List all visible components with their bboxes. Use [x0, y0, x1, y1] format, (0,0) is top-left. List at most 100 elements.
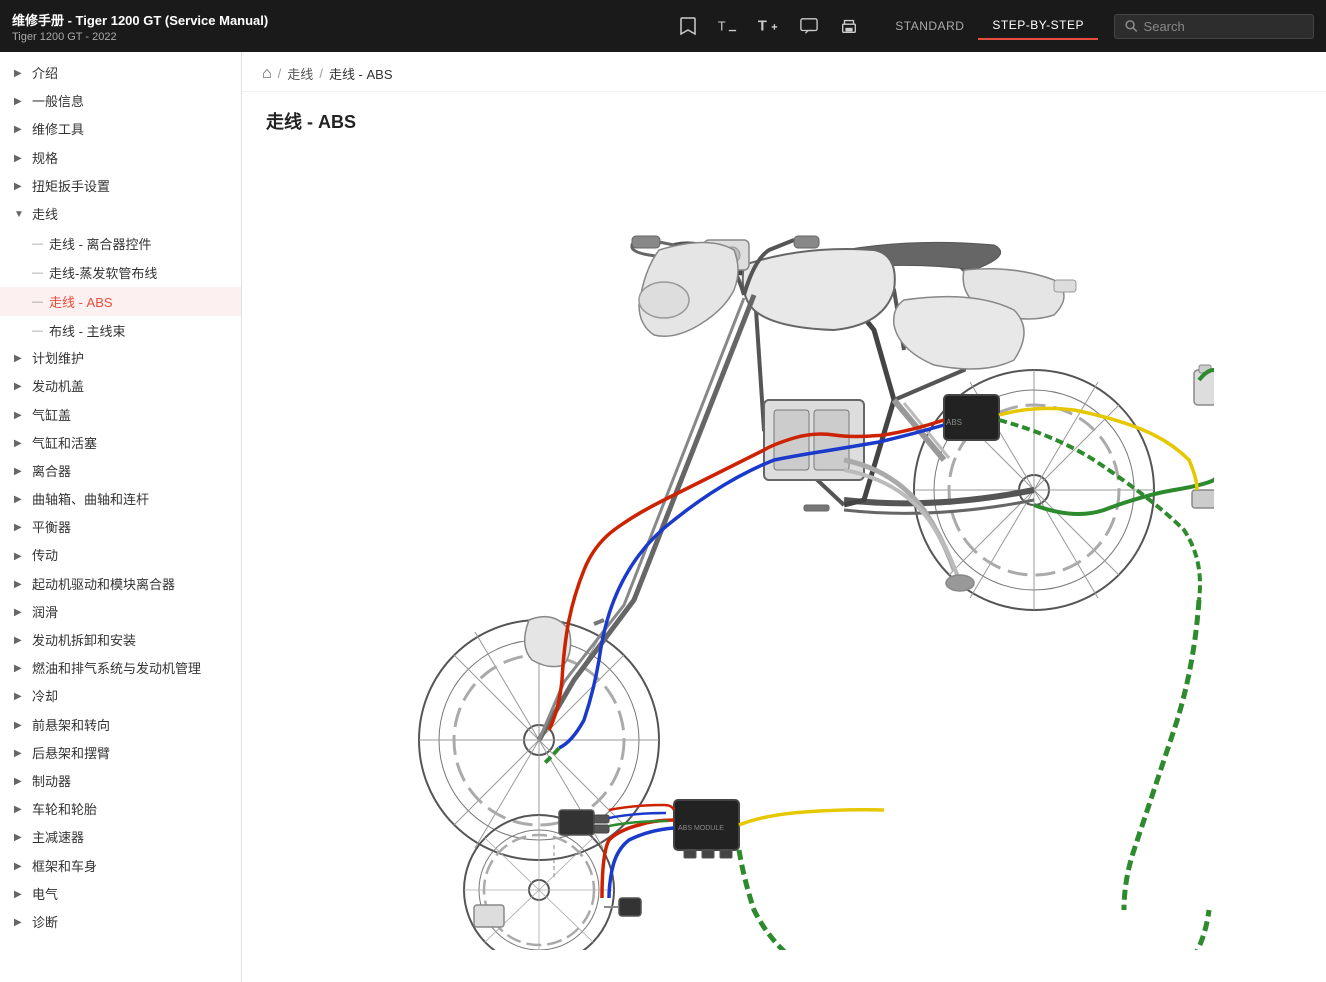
header-titles: 维修手册 - Tiger 1200 GT (Service Manual) Ti… — [12, 10, 673, 43]
sidebar-label: 燃油和排气系统与发动机管理 — [32, 660, 201, 678]
sidebar-item-engine-cover[interactable]: ▶ 发动机盖 — [0, 373, 241, 401]
sidebar-label: 发动机拆卸和安装 — [32, 632, 136, 650]
sidebar-item-frame-body[interactable]: ▶ 框架和车身 — [0, 853, 241, 881]
sidebar-label: 离合器 — [32, 463, 71, 481]
sidebar-label: 曲轴箱、曲轴和连杆 — [32, 491, 149, 509]
sidebar-label: 气缸和活塞 — [32, 435, 97, 453]
sidebar-item-planned-maintenance[interactable]: ▶ 计划维护 — [0, 345, 241, 373]
sidebar-sub-label: 走线 - 离合器控件 — [49, 234, 152, 253]
svg-text:ABS MODULE: ABS MODULE — [678, 825, 724, 832]
search-input[interactable] — [1144, 19, 1303, 34]
sidebar-label: 气缸盖 — [32, 407, 71, 425]
sidebar-label: 主减速器 — [32, 829, 84, 847]
arrow-icon: ▶ — [14, 860, 26, 874]
sidebar-label: 前悬架和转向 — [32, 717, 110, 735]
sidebar-item-cylinder-piston[interactable]: ▶ 气缸和活塞 — [0, 430, 241, 458]
breadcrumb-separator: / — [319, 66, 323, 81]
sidebar-item-crankshaft[interactable]: ▶ 曲轴箱、曲轴和连杆 — [0, 486, 241, 514]
sidebar-item-repair-tools[interactable]: ▶ 维修工具 — [0, 116, 241, 144]
arrow-icon: ▼ — [14, 208, 26, 222]
arrow-icon: ▶ — [14, 493, 26, 507]
svg-text:ABS: ABS — [946, 418, 962, 427]
sidebar-sub-routing-abs[interactable]: — 走线 - ABS — [0, 287, 241, 316]
tab-standard[interactable]: STANDARD — [881, 13, 978, 39]
breadcrumb-routing[interactable]: 走线 — [287, 64, 313, 83]
arrow-icon: ▶ — [14, 67, 26, 81]
sidebar-sub-routing-vapor[interactable]: — 走线-蒸发软管布线 — [0, 258, 241, 287]
sidebar-item-routing[interactable]: ▼ 走线 — [0, 201, 241, 229]
app-title: 维修手册 - Tiger 1200 GT (Service Manual) — [12, 10, 673, 29]
sidebar-item-wheels-tires[interactable]: ▶ 车轮和轮胎 — [0, 796, 241, 824]
sidebar-label: 润滑 — [32, 604, 58, 622]
sidebar-label: 电气 — [32, 886, 58, 904]
sidebar-item-balancer[interactable]: ▶ 平衡器 — [0, 514, 241, 542]
arrow-icon: ▶ — [14, 916, 26, 930]
font-decrease-icon[interactable]: T — [711, 13, 743, 39]
sidebar-label: 框架和车身 — [32, 858, 97, 876]
svg-text:T: T — [758, 19, 767, 35]
sidebar-item-specs[interactable]: ▶ 规格 — [0, 145, 241, 173]
arrow-icon: ▶ — [14, 123, 26, 137]
arrow-icon: ▶ — [14, 747, 26, 761]
sidebar-sub-label: 走线 - ABS — [49, 292, 113, 311]
sidebar-item-starter-clutch[interactable]: ▶ 起动机驱动和模块离合器 — [0, 571, 241, 599]
print-icon[interactable] — [833, 13, 865, 39]
sidebar-item-electrical[interactable]: ▶ 电气 — [0, 881, 241, 909]
sidebar-label: 介绍 — [32, 65, 58, 83]
tab-step-by-step[interactable]: STEP-BY-STEP — [978, 12, 1098, 40]
font-increase-icon[interactable]: T — [751, 13, 785, 39]
sidebar-item-general-info[interactable]: ▶ 一般信息 — [0, 88, 241, 116]
sidebar-sub-routing-clutch[interactable]: — 走线 - 离合器控件 — [0, 229, 241, 258]
arrow-icon: ▶ — [14, 803, 26, 817]
arrow-icon: ▶ — [14, 180, 26, 194]
home-icon[interactable]: ⌂ — [262, 65, 272, 83]
arrow-icon: ▶ — [14, 465, 26, 479]
comment-icon[interactable] — [793, 13, 825, 39]
sidebar-label: 平衡器 — [32, 519, 71, 537]
content-area: 走线 - ABS — [242, 92, 1326, 982]
sidebar-label: 走线 — [32, 206, 58, 224]
sidebar-item-transmission[interactable]: ▶ 传动 — [0, 542, 241, 570]
sidebar-item-fuel-exhaust[interactable]: ▶ 燃油和排气系统与发动机管理 — [0, 655, 241, 683]
sidebar-item-final-drive[interactable]: ▶ 主减速器 — [0, 824, 241, 852]
sidebar-label: 后悬架和摆臂 — [32, 745, 110, 763]
sidebar-item-rear-suspension[interactable]: ▶ 后悬架和摆臂 — [0, 740, 241, 768]
sidebar-item-engine-removal[interactable]: ▶ 发动机拆卸和安装 — [0, 627, 241, 655]
sidebar-sub-label: 布线 - 主线束 — [49, 321, 126, 340]
sidebar-label: 冷却 — [32, 688, 58, 706]
sidebar-item-lubrication[interactable]: ▶ 润滑 — [0, 599, 241, 627]
search-icon — [1125, 19, 1138, 33]
dash-icon: — — [32, 267, 43, 279]
breadcrumb: ⌂ / 走线 / 走线 - ABS — [242, 52, 1326, 92]
sidebar-item-cooling[interactable]: ▶ 冷却 — [0, 683, 241, 711]
arrow-icon: ▶ — [14, 380, 26, 394]
view-tabs: STANDARD STEP-BY-STEP — [881, 12, 1098, 40]
sidebar-item-cylinder-head[interactable]: ▶ 气缸盖 — [0, 402, 241, 430]
dash-icon: — — [32, 296, 43, 308]
sidebar-item-diagnostics[interactable]: ▶ 诊断 — [0, 909, 241, 937]
arrow-icon: ▶ — [14, 550, 26, 564]
sidebar-label: 诊断 — [32, 914, 58, 932]
sidebar-label: 扭矩扳手设置 — [32, 178, 110, 196]
bookmark-icon[interactable] — [673, 12, 703, 40]
sidebar-item-intro[interactable]: ▶ 介绍 — [0, 60, 241, 88]
sidebar-item-front-suspension[interactable]: ▶ 前悬架和转向 — [0, 712, 241, 740]
header-icon-group: T T — [673, 12, 865, 40]
sidebar-label: 起动机驱动和模块离合器 — [32, 576, 175, 594]
page-title-area: 走线 - ABS — [266, 108, 1302, 134]
arrow-icon: ▶ — [14, 95, 26, 109]
arrow-icon: ▶ — [14, 352, 26, 366]
arrow-icon: ▶ — [14, 775, 26, 789]
arrow-icon: ▶ — [14, 437, 26, 451]
sidebar-item-brakes[interactable]: ▶ 制动器 — [0, 768, 241, 796]
layout: ▶ 介绍 ▶ 一般信息 ▶ 维修工具 ▶ 规格 ▶ 扭矩扳手设置 ▼ 走线 — … — [0, 52, 1326, 982]
app-subtitle: Tiger 1200 GT - 2022 — [12, 31, 673, 43]
sidebar-label: 传动 — [32, 547, 58, 565]
diagram-area: ABS — [266, 150, 1302, 970]
sidebar-item-clutch[interactable]: ▶ 离合器 — [0, 458, 241, 486]
sidebar-sub-routing-main[interactable]: — 布线 - 主线束 — [0, 316, 241, 345]
sidebar-item-torque[interactable]: ▶ 扭矩扳手设置 — [0, 173, 241, 201]
arrow-icon: ▶ — [14, 634, 26, 648]
arrow-icon: ▶ — [14, 152, 26, 166]
arrow-icon: ▶ — [14, 578, 26, 592]
